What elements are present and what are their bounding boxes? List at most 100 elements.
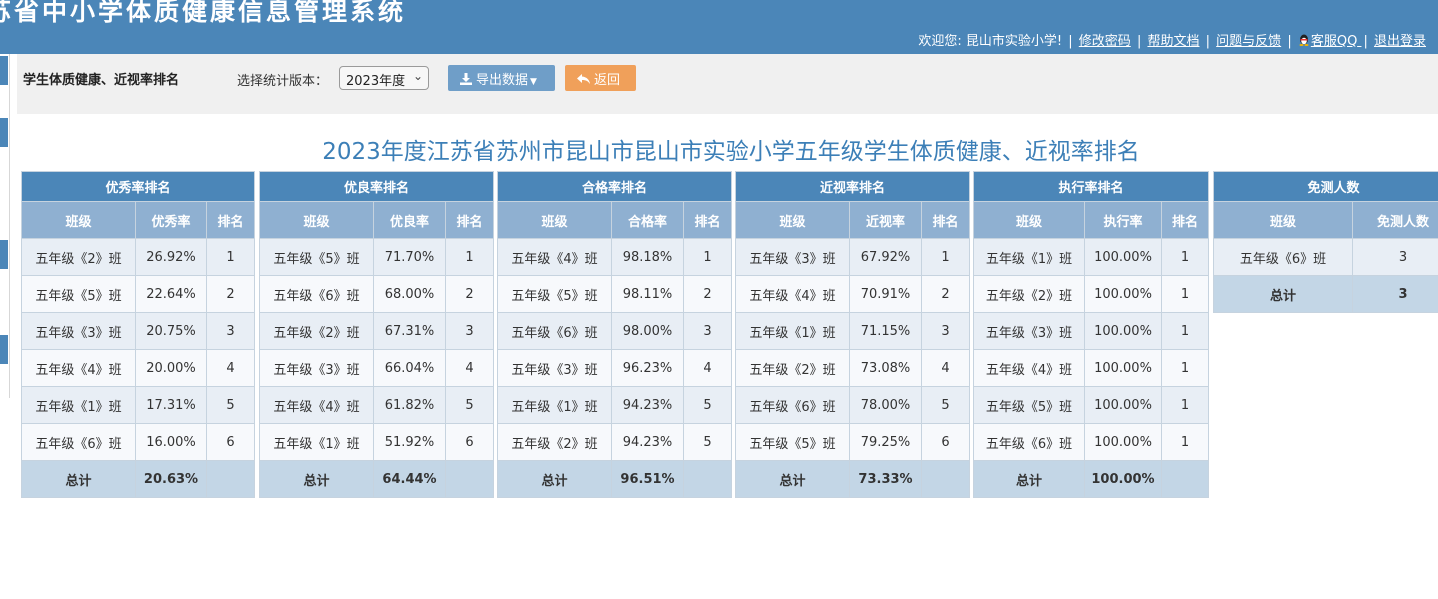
table-cell: 五年级《5》班 bbox=[735, 423, 850, 461]
sidebar-item[interactable] bbox=[0, 335, 8, 364]
link-separator: | bbox=[1205, 34, 1211, 49]
table-row: 五年级《3》班 20.75% 3 bbox=[21, 312, 256, 350]
column-header: 排名 bbox=[205, 201, 256, 239]
table-cell: 1 bbox=[682, 238, 733, 276]
logout-link[interactable]: 退出登录 bbox=[1374, 34, 1426, 49]
table-cell: 100.00% bbox=[1084, 312, 1162, 350]
link-separator: | bbox=[1136, 34, 1142, 49]
download-icon bbox=[460, 73, 472, 85]
link-separator: | bbox=[1363, 34, 1368, 49]
table-row: 五年级《2》班 67.31% 3 bbox=[259, 312, 495, 350]
total-row: 总计 64.44% bbox=[259, 460, 495, 498]
table-cell: 五年级《5》班 bbox=[21, 275, 136, 313]
total-cell bbox=[682, 460, 733, 498]
total-cell: 100.00% bbox=[1084, 460, 1162, 498]
table-cell: 1 bbox=[444, 238, 495, 276]
table-cell: 16.00% bbox=[135, 423, 207, 461]
table-row: 五年级《3》班 100.00% 1 bbox=[973, 312, 1210, 350]
table-cell: 5 bbox=[205, 386, 256, 424]
table-cell: 78.00% bbox=[849, 386, 922, 424]
table-cell: 五年级《6》班 bbox=[21, 423, 136, 461]
table-row: 五年级《4》班 98.18% 1 bbox=[497, 238, 733, 276]
table-cell: 五年级《5》班 bbox=[973, 386, 1085, 424]
table-cell: 五年级《2》班 bbox=[21, 238, 136, 276]
table-row: 五年级《2》班 94.23% 5 bbox=[497, 423, 733, 461]
table-cell: 70.91% bbox=[849, 275, 922, 313]
table-cell: 五年级《5》班 bbox=[259, 238, 374, 276]
qq-service-link[interactable]: 客服QQ bbox=[1298, 34, 1362, 49]
sidebar-collapsed bbox=[0, 54, 10, 398]
toolbar: 学生体质健康、近视率排名 选择统计版本： 2023年度 ⌄ 导出数据 ▼ 返回 bbox=[17, 54, 1438, 114]
table-cell: 1 bbox=[1160, 349, 1210, 387]
column-header: 排名 bbox=[920, 201, 971, 239]
column-header: 免测人数 bbox=[1351, 201, 1438, 239]
table-cell: 20.00% bbox=[135, 349, 207, 387]
total-cell: 20.63% bbox=[135, 460, 207, 498]
back-label: 返回 bbox=[594, 73, 621, 88]
table-cell: 100.00% bbox=[1084, 238, 1162, 276]
chevron-down-icon: ⌄ bbox=[412, 69, 423, 83]
table-row: 五年级《2》班 100.00% 1 bbox=[973, 275, 1210, 313]
execution-rate-table: 执行率排名 班级 执行率 排名 五年级《1》班 100.00% 1 五年级《2》班 100.00… bbox=[972, 171, 1210, 498]
table-caption: 近视率排名 bbox=[734, 171, 971, 202]
table-cell: 94.23% bbox=[611, 386, 684, 424]
exempt-count-table: 免测人数 班级 免测人数 五年级《6》班 3 总计 3 bbox=[1212, 171, 1438, 313]
table-cell: 5 bbox=[444, 386, 495, 424]
back-arrow-icon bbox=[577, 74, 590, 84]
qq-penguin-icon bbox=[1299, 34, 1309, 46]
export-data-button[interactable]: 导出数据 ▼ bbox=[448, 65, 555, 91]
table-cell: 1 bbox=[1160, 423, 1210, 461]
total-cell: 3 bbox=[1351, 275, 1438, 313]
table-cell: 五年级《2》班 bbox=[259, 312, 374, 350]
table-cell: 2 bbox=[920, 275, 971, 313]
table-cell: 79.25% bbox=[849, 423, 922, 461]
version-label: 选择统计版本： bbox=[237, 74, 329, 89]
sidebar-item[interactable] bbox=[0, 56, 8, 85]
back-button[interactable]: 返回 bbox=[565, 65, 636, 91]
table-row: 五年级《2》班 73.08% 4 bbox=[735, 349, 971, 387]
table-cell: 1 bbox=[920, 238, 971, 276]
table-cell: 五年级《1》班 bbox=[21, 386, 136, 424]
table-cell: 五年级《4》班 bbox=[735, 275, 850, 313]
table-cell: 五年级《5》班 bbox=[497, 275, 612, 313]
table-cell: 五年级《6》班 bbox=[1213, 238, 1353, 276]
table-cell: 五年级《1》班 bbox=[735, 312, 850, 350]
help-docs-link[interactable]: 帮助文档 bbox=[1147, 34, 1199, 49]
link-separator: | bbox=[1068, 34, 1073, 49]
table-row: 五年级《2》班 26.92% 1 bbox=[21, 238, 256, 276]
table-cell: 100.00% bbox=[1084, 423, 1162, 461]
table-cell: 98.00% bbox=[611, 312, 684, 350]
table-cell: 五年级《2》班 bbox=[973, 275, 1085, 313]
column-header: 班级 bbox=[497, 201, 612, 239]
feedback-link[interactable]: 问题与反馈 bbox=[1216, 34, 1281, 49]
table-cell: 66.04% bbox=[373, 349, 446, 387]
table-cell: 100.00% bbox=[1084, 349, 1162, 387]
sidebar-item[interactable] bbox=[0, 240, 8, 269]
table-row: 五年级《1》班 71.15% 3 bbox=[735, 312, 971, 350]
column-header: 班级 bbox=[259, 201, 374, 239]
total-cell: 总计 bbox=[1213, 275, 1353, 313]
table-cell: 6 bbox=[920, 423, 971, 461]
table-cell: 4 bbox=[920, 349, 971, 387]
total-row: 总计 20.63% bbox=[21, 460, 256, 498]
table-row: 五年级《5》班 22.64% 2 bbox=[21, 275, 256, 313]
table-cell: 3 bbox=[444, 312, 495, 350]
table-row: 五年级《6》班 100.00% 1 bbox=[973, 423, 1210, 461]
table-row: 五年级《1》班 100.00% 1 bbox=[973, 238, 1210, 276]
table-cell: 五年级《1》班 bbox=[259, 423, 374, 461]
table-cell: 6 bbox=[205, 423, 256, 461]
table-cell: 4 bbox=[682, 349, 733, 387]
table-cell: 68.00% bbox=[373, 275, 446, 313]
table-cell: 2 bbox=[444, 275, 495, 313]
total-cell bbox=[1160, 460, 1210, 498]
version-select[interactable]: 2023年度 ⌄ bbox=[339, 66, 429, 90]
table-cell: 五年级《4》班 bbox=[21, 349, 136, 387]
column-header: 班级 bbox=[973, 201, 1085, 239]
change-password-link[interactable]: 修改密码 bbox=[1079, 34, 1131, 49]
table-cell: 五年级《6》班 bbox=[259, 275, 374, 313]
table-cell: 五年级《4》班 bbox=[259, 386, 374, 424]
table-cell: 3 bbox=[1351, 238, 1438, 276]
table-cell: 3 bbox=[920, 312, 971, 350]
table-row: 五年级《6》班 3 bbox=[1213, 238, 1438, 276]
total-row: 总计 100.00% bbox=[973, 460, 1210, 498]
